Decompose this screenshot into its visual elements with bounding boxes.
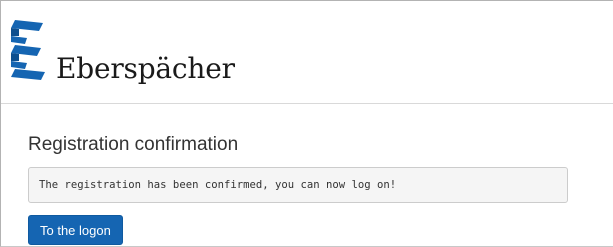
confirmation-message: The registration has been confirmed, you…: [39, 179, 397, 191]
header: Eberspächer: [1, 1, 613, 104]
page-title: Registration confirmation: [28, 134, 239, 155]
page: Eberspächer Registration confirmation Th…: [0, 0, 613, 247]
to-logon-button-label: To the logon: [40, 222, 111, 238]
brand-logo[interactable]: Eberspächer: [11, 18, 241, 90]
to-logon-button[interactable]: To the logon: [28, 215, 123, 245]
confirmation-message-box: The registration has been confirmed, you…: [28, 167, 568, 203]
brand-wordmark: Eberspächer: [56, 52, 235, 85]
eberspaecher-logo-icon: [11, 20, 45, 80]
